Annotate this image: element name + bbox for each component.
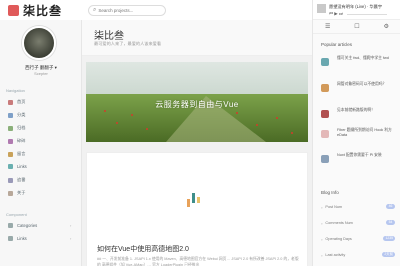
moments-icon [8,138,13,144]
post-card[interactable]: 如何在Vue中使用高德地图2.0 ## 一、开发前准备 1. JSAPI 1.x… [86,152,308,266]
logo-icon [8,4,19,16]
popular-article[interactable]: Fiber 题纲所到期访问 Hook 利方 eData [321,128,397,146]
banner-caption: 云服务器到自由与Vue [155,100,239,109]
nav-item-anime[interactable]: 追番 [8,177,25,183]
avatar[interactable] [22,26,56,60]
post-title[interactable]: 如何在Vue中使用高德地图2.0 [97,244,189,254]
blog-info-heading: Blog Info [321,190,339,195]
guestbook-icon [8,151,13,157]
popular-articles-heading: Popular articles [321,42,353,47]
article-thumbnail [321,155,329,163]
page-title: 柒比叁 [94,31,124,42]
article-thumbnail [321,58,329,66]
home-icon [8,99,13,105]
site-logo[interactable]: 柒比叁 [0,0,82,20]
chevron-right-icon: › [70,236,72,241]
info-badge: 46 [386,204,395,209]
search-icon: ⌕ [93,6,97,13]
nav-heading: Navigation [6,88,25,93]
about-icon [8,190,13,196]
nav-item-links[interactable]: Links [8,164,27,169]
player-controls[interactable]: ⏮ ▶ ⏭ [329,11,343,17]
nav-item-moments[interactable]: 碎碎 [8,138,25,144]
popular-article[interactable]: 懂可关主 fwd、懂爬中学主 fwd [321,56,397,74]
info-row: ▫ Comments Num 54 [321,219,395,227]
left-sidebar: 西行子 翻翻子 ▾ Scepter Navigation 首页 分类 归档 碎碎… [0,20,82,266]
tab-comment-icon[interactable]: ☐ [354,23,359,30]
album-cover [317,4,326,13]
article-thumbnail [321,130,329,138]
popular-article[interactable]: Nuxt 配置你需要干 Pi 安装 [321,153,397,171]
song-title: 愿望没有明年 (Live) · 华晨宇 [329,4,383,9]
anime-icon [8,177,13,183]
search-box[interactable]: ⌕ [88,4,166,16]
music-player: 愿望没有明年 (Live) · 华晨宇 ⏮ ▶ ⏭ [313,0,400,20]
info-badge: 54 [386,220,395,225]
logo-text: 柒比叁 [23,3,63,18]
article-thumbnail [321,84,329,92]
nav-item-home[interactable]: 首页 [8,99,25,105]
article-thumbnail [321,110,329,118]
link-icon [8,236,13,241]
clock-icon: ▫ [321,252,323,258]
banner-image[interactable]: 云服务器到自由与Vue [86,62,308,142]
component-heading: Component [6,212,27,217]
search-input[interactable] [98,7,159,13]
info-badge: 1235 [383,236,395,241]
user-subtitle: Scepter [34,71,48,76]
popular-article[interactable]: 见本前就新路版的啊！ [321,108,397,126]
nav-item-categories-menu[interactable]: Categories › [8,223,71,228]
category-icon [8,112,13,118]
aside-tabs: ☰ ☐ ⚙ [313,20,400,34]
nav-item-archive[interactable]: 归档 [8,125,25,131]
post-excerpt: ## 一、开发前准备 1. JSAPI 1.x 使用的 Maven、高德地图官方… [97,257,299,266]
page-subtitle: 最可爱的人来了，最爱的人该来爱看 [94,41,162,46]
info-row: ▫ Last activity 2天前 [321,252,395,258]
info-row: ▫ Operating Days 1235 [321,236,395,242]
main-content: 柒比叁 最可爱的人来了，最爱的人该来爱看 云服务器到自由与Vue 如何在Vue中… [82,20,312,266]
calendar-icon: ▫ [321,236,323,242]
tab-list-icon[interactable]: ☰ [325,23,330,30]
top-bar: ⌕ [82,0,312,20]
page-header: 柒比叁 最可爱的人来了，最爱的人该来爱看 [82,20,312,56]
comment-icon: ▫ [321,220,323,226]
right-sidebar: 愿望没有明年 (Live) · 华晨宇 ⏮ ▶ ⏭ ☰ ☐ ⚙ Popular … [312,0,400,266]
info-row: ▫ Post Num 46 [321,203,395,211]
post-icon: ▫ [321,204,323,210]
progress-bar[interactable] [347,14,387,15]
loading-icon [187,193,201,207]
archive-icon [8,125,13,131]
nav-item-guestbook[interactable]: 留言 [8,151,25,157]
popular-article[interactable]: 网管对象密码可以不使用吗？ [321,82,397,100]
nav-item-about[interactable]: 关于 [8,190,25,196]
chevron-right-icon: › [70,223,72,228]
info-badge: 2天前 [382,252,395,257]
link-icon [8,164,13,169]
nav-item-links-menu[interactable]: Links › [8,236,71,241]
folder-icon [8,223,13,228]
nav-item-categories[interactable]: 分类 [8,112,25,118]
tab-settings-icon[interactable]: ⚙ [384,23,389,30]
